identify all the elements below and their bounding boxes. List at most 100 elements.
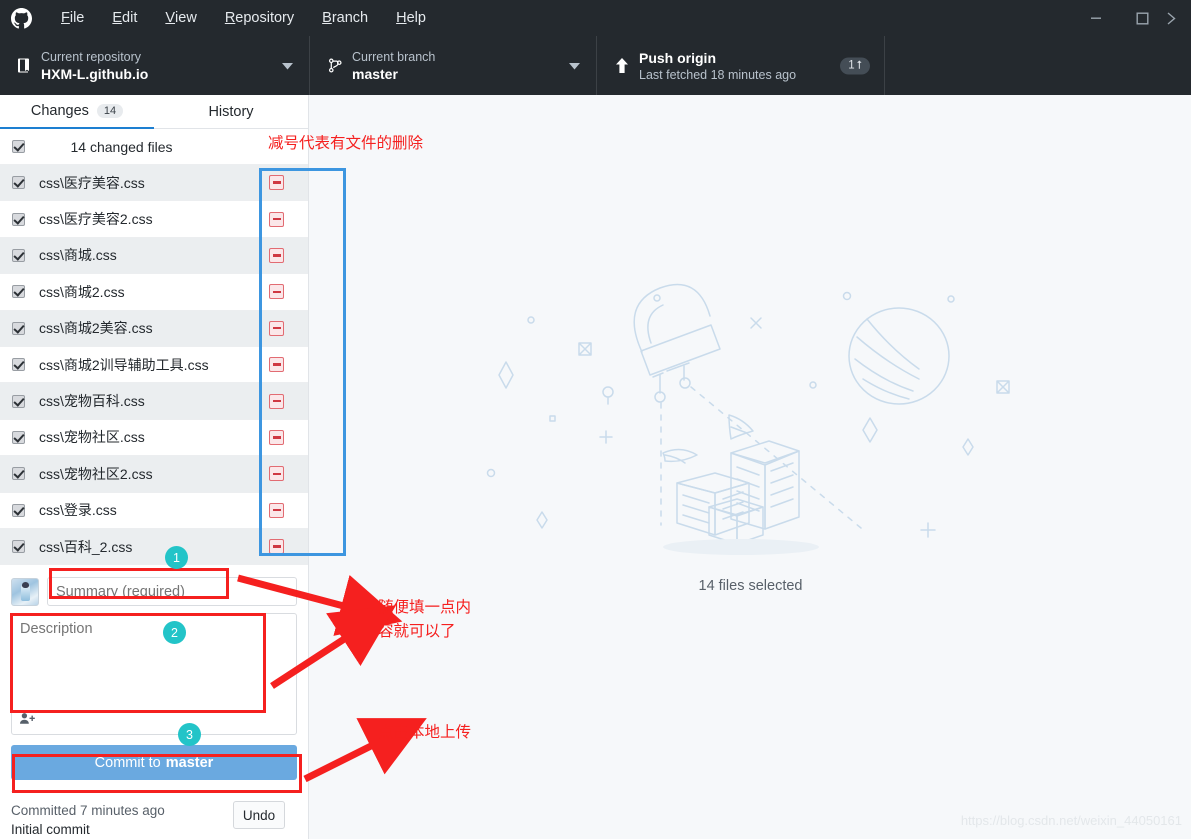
no-file-selected-state: 14 files selected <box>310 275 1191 594</box>
file-name: css\宠物百科.css <box>39 393 145 410</box>
file-include-checkbox[interactable] <box>12 176 25 190</box>
changed-file-list[interactable]: css\医疗美容.css css\医疗美容2.css css\商城.css css\商… <box>0 165 308 569</box>
user-avatar <box>11 577 39 606</box>
file-name: css\宠物社区2.css <box>39 465 153 482</box>
file-status-deleted-icon <box>269 502 284 518</box>
branch-value: master <box>352 65 398 82</box>
tab-history-label: History <box>208 103 254 120</box>
github-desktop-window: File Edit View Repository Branch Help Cu… <box>0 0 1191 839</box>
file-status-deleted-icon <box>269 357 284 373</box>
satellite-and-boxes-illustration <box>451 275 1051 570</box>
commit-form: Commit to master Committed 7 minutes ago… <box>0 569 308 839</box>
main-toolbar: Current repository HXM-L.github.io Curre… <box>0 36 1191 95</box>
file-include-checkbox[interactable] <box>12 285 25 299</box>
chevron-down-icon <box>282 57 293 75</box>
file-name: css\商城2训导辅助工具.css <box>39 356 209 373</box>
add-person-icon[interactable] <box>20 712 35 730</box>
window-controls <box>1073 0 1191 36</box>
file-include-checkbox[interactable] <box>12 394 25 408</box>
last-commit-text: Committed 7 minutes ago Initial commit <box>11 801 233 839</box>
file-row[interactable]: css\百科_2.css <box>0 528 308 566</box>
committed-time: Committed 7 minutes ago <box>11 803 165 818</box>
file-row[interactable]: css\宠物社区.css <box>0 419 308 457</box>
arrow-up-icon <box>609 57 635 74</box>
file-status-deleted-icon <box>269 539 284 555</box>
file-status-deleted-icon <box>269 393 284 409</box>
file-include-checkbox[interactable] <box>12 212 25 226</box>
current-repository-button[interactable]: Current repository HXM-L.github.io <box>0 36 310 95</box>
menu-bar: File Edit View Repository Branch Help <box>47 0 440 36</box>
push-badge-arrow-icon: ⭡ <box>856 59 862 71</box>
file-name: css\商城2.css <box>39 283 125 300</box>
coauthor-row <box>12 708 296 734</box>
menu-help[interactable]: Help <box>382 0 440 36</box>
branch-label: Current branch <box>352 49 436 64</box>
watermark: https://blog.csdn.net/weixin_44050161 <box>960 813 1182 828</box>
last-commit-footer: Committed 7 minutes ago Initial commit U… <box>11 791 297 839</box>
file-status-deleted-icon <box>269 247 284 263</box>
push-count: 1 <box>848 59 855 72</box>
summary-row <box>11 577 297 606</box>
file-row[interactable]: css\登录.css <box>0 492 308 529</box>
commit-to-master-button[interactable]: Commit to master <box>11 745 297 780</box>
file-row[interactable]: css\商城2美容.css <box>0 310 308 347</box>
tab-changes[interactable]: Changes 14 <box>0 95 154 129</box>
tab-changes-label: Changes <box>30 103 89 119</box>
file-status-deleted-icon <box>269 429 284 445</box>
file-name: css\商城2美容.css <box>39 320 153 337</box>
file-row[interactable]: css\宠物百科.css <box>0 383 308 420</box>
commit-description-input[interactable] <box>12 614 296 708</box>
commit-summary-input[interactable] <box>47 577 297 606</box>
close-icon[interactable] <box>1165 0 1191 36</box>
changed-files-header: 14 changed files <box>0 129 308 165</box>
tab-history[interactable]: History <box>154 95 308 129</box>
repo-label: Current repository <box>41 49 142 64</box>
main-content-panel: 14 files selected <box>310 95 1191 839</box>
file-include-checkbox[interactable] <box>12 540 25 554</box>
changes-sidebar: Changes 14 History 14 changed files css\… <box>0 95 309 839</box>
file-include-checkbox[interactable] <box>12 248 25 262</box>
file-include-checkbox[interactable] <box>12 321 25 335</box>
github-mark-icon <box>9 6 33 30</box>
file-include-checkbox[interactable] <box>12 503 25 517</box>
file-row[interactable]: css\商城2训导辅助工具.css <box>0 346 308 384</box>
sidebar-tabs: Changes 14 History <box>0 95 308 129</box>
minimize-icon[interactable] <box>1073 0 1119 36</box>
chevron-down-icon <box>569 57 580 75</box>
select-all-checkbox[interactable] <box>12 140 25 153</box>
push-count-badge: 1 ⭡ <box>840 57 870 74</box>
file-status-deleted-icon <box>269 211 284 227</box>
branch-icon <box>322 57 348 74</box>
committed-message: Initial commit <box>11 822 90 837</box>
push-sub: Last fetched 18 minutes ago <box>639 67 797 82</box>
file-row[interactable]: css\宠物社区2.css <box>0 456 308 493</box>
file-row[interactable]: css\医疗美容.css <box>0 165 308 202</box>
file-status-deleted-icon <box>269 284 284 300</box>
file-status-deleted-icon <box>269 175 284 191</box>
file-row[interactable]: css\商城.css <box>0 237 308 275</box>
repo-value: HXM-L.github.io <box>41 65 149 82</box>
files-selected-label: 14 files selected <box>698 578 803 594</box>
file-include-checkbox[interactable] <box>12 467 25 481</box>
file-include-checkbox[interactable] <box>12 358 25 372</box>
push-origin-button[interactable]: Push origin Last fetched 18 minutes ago … <box>597 36 885 95</box>
menu-branch[interactable]: Branch <box>308 0 382 36</box>
file-include-checkbox[interactable] <box>12 430 25 444</box>
current-branch-button[interactable]: Current branch master <box>310 36 597 95</box>
file-name: css\医疗美容2.css <box>39 211 153 228</box>
commit-button-branch: master <box>165 754 214 771</box>
file-name: css\医疗美容.css <box>39 174 145 191</box>
file-row[interactable]: css\医疗美容2.css <box>0 201 308 238</box>
menu-repository[interactable]: Repository <box>211 0 308 36</box>
menu-file[interactable]: File <box>47 0 98 36</box>
undo-button[interactable]: Undo <box>233 801 285 829</box>
menu-edit[interactable]: Edit <box>98 0 151 36</box>
menu-view[interactable]: View <box>151 0 210 36</box>
file-status-deleted-icon <box>269 466 284 482</box>
title-bar: File Edit View Repository Branch Help <box>0 0 1191 36</box>
file-row[interactable]: css\商城2.css <box>0 274 308 311</box>
repository-book-icon <box>11 57 37 74</box>
toolbar-empty-area <box>885 36 1191 95</box>
push-label: Push origin <box>639 49 716 66</box>
maximize-icon[interactable] <box>1119 0 1165 36</box>
